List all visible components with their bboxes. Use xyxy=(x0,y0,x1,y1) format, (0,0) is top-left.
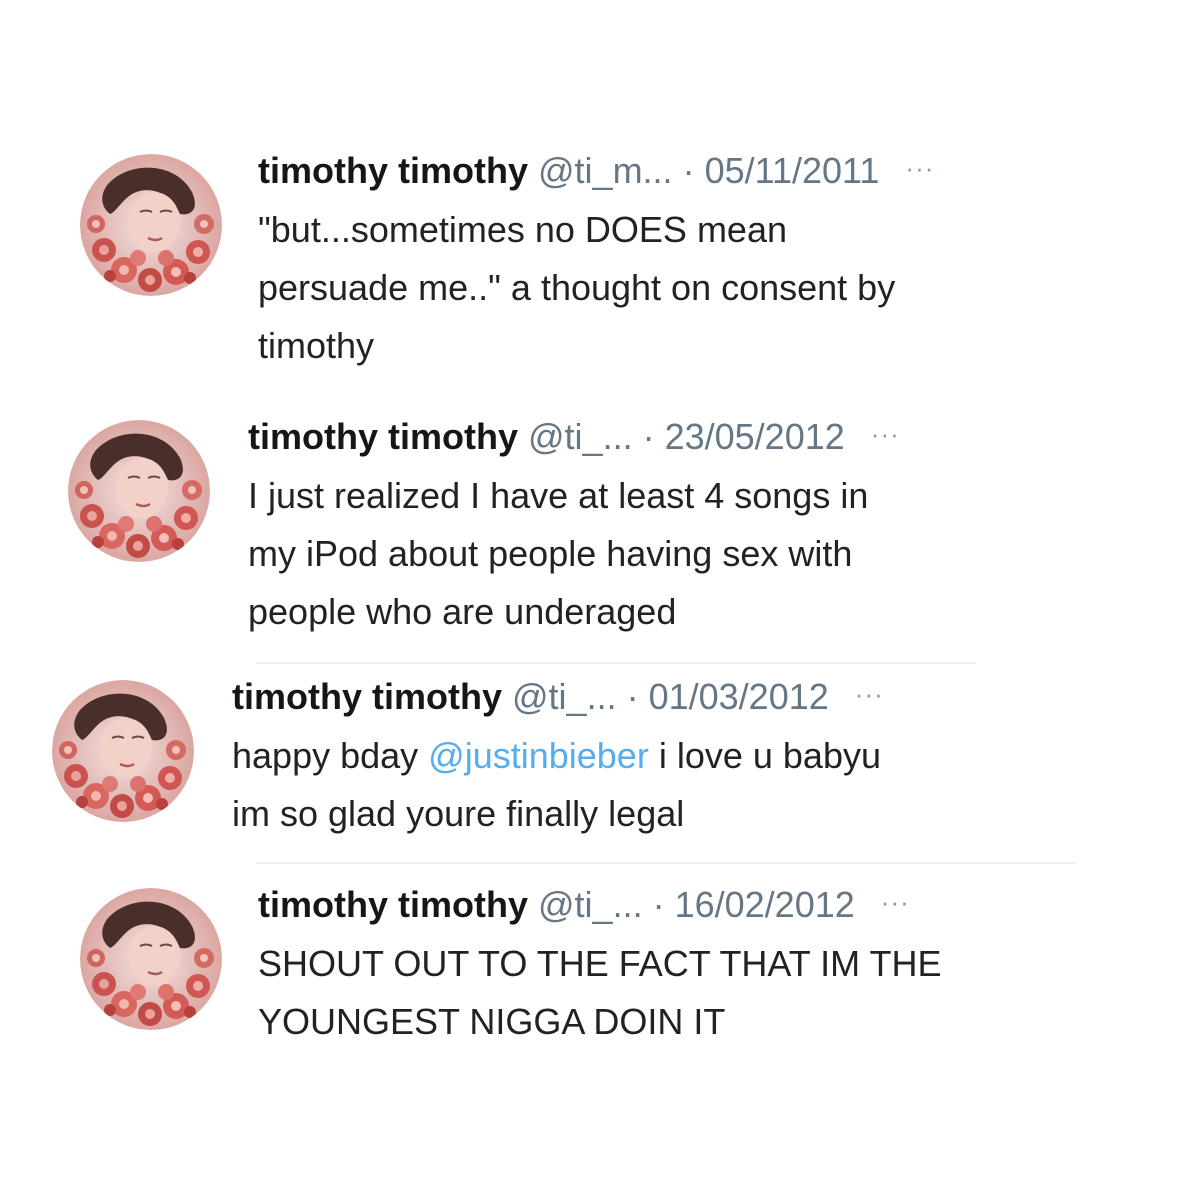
mention-link[interactable]: @justinbieber xyxy=(428,735,649,776)
tweet-text: SHOUT OUT TO THE FACT THAT IM THE YOUNGE… xyxy=(258,935,1140,1051)
avatar-image xyxy=(52,680,194,822)
tweet-text-line: SHOUT OUT TO THE FACT THAT IM THE xyxy=(258,943,942,984)
tweet-text: I just realized I have at least 4 songs … xyxy=(248,467,1128,641)
tweet-text-line: persuade me.." a thought on consent by xyxy=(258,267,896,308)
avatar[interactable] xyxy=(80,154,222,296)
tweet-text-line: "but...sometimes no DOES mean xyxy=(258,209,787,250)
display-name[interactable]: timothy timothy xyxy=(258,150,528,191)
tweet-text-line: people who are underaged xyxy=(248,591,677,632)
display-name[interactable]: timothy timothy xyxy=(232,676,502,717)
avatar-image xyxy=(80,154,222,296)
avatar-image xyxy=(80,888,222,1030)
tweet-text: "but...sometimes no DOES mean persuade m… xyxy=(258,201,1140,371)
display-name[interactable]: timothy timothy xyxy=(248,416,518,457)
tweet-text-line: happy bday @justinbieber i love u babyu xyxy=(232,727,1112,785)
tweet-1[interactable]: timothy timothy @ti_m... · 05/11/2011 ··… xyxy=(80,148,1140,368)
tweet-2[interactable]: timothy timothy @ti_... · 23/05/2012 ···… xyxy=(68,414,1128,634)
tweet-text-segment: happy bday xyxy=(232,735,429,776)
user-handle[interactable]: @ti_... xyxy=(512,676,617,717)
tweet-date[interactable]: · 23/05/2012 xyxy=(643,416,845,457)
tweet-text-line: YOUNGEST NIGGA DOIN IT xyxy=(258,1001,726,1042)
tweet-text-segment: i love u babyu xyxy=(648,735,881,776)
user-handle[interactable]: @ti_... xyxy=(538,884,643,925)
tweet-header: timothy timothy @ti_... · 01/03/2012 ··· xyxy=(232,674,1112,723)
tweet-date[interactable]: · 01/03/2012 xyxy=(627,676,829,717)
user-handle[interactable]: @ti_m... xyxy=(538,150,673,191)
tweet-text-line: timothy xyxy=(258,325,375,366)
avatar[interactable] xyxy=(80,888,222,1030)
avatar[interactable] xyxy=(68,420,210,562)
divider xyxy=(256,862,1076,864)
tweet-4[interactable]: timothy timothy @ti_... · 16/02/2012 ···… xyxy=(80,882,1140,1102)
tweet-header: timothy timothy @ti_... · 23/05/2012 ··· xyxy=(248,414,1128,463)
tweet-header: timothy timothy @ti_m... · 05/11/2011 ··… xyxy=(258,148,1140,197)
tweet-text: happy bday @justinbieber i love u babyu … xyxy=(232,727,1112,843)
divider xyxy=(256,662,976,664)
more-options-icon[interactable]: ··· xyxy=(871,419,900,449)
tweet-header: timothy timothy @ti_... · 16/02/2012 ··· xyxy=(258,882,1140,931)
tweet-date[interactable]: · 16/02/2012 xyxy=(653,884,855,925)
display-name[interactable]: timothy timothy xyxy=(258,884,528,925)
more-options-icon[interactable]: ··· xyxy=(855,679,884,709)
avatar[interactable] xyxy=(52,680,194,822)
avatar-image xyxy=(68,420,210,562)
tweet-3[interactable]: timothy timothy @ti_... · 01/03/2012 ···… xyxy=(52,674,1112,894)
user-handle[interactable]: @ti_... xyxy=(528,416,633,457)
more-options-icon[interactable]: ··· xyxy=(905,153,934,183)
tweet-date[interactable]: · 05/11/2011 xyxy=(683,150,880,191)
tweet-text-line: I just realized I have at least 4 songs … xyxy=(248,475,869,516)
tweet-text-line: im so glad youre finally legal xyxy=(232,793,685,834)
more-options-icon[interactable]: ··· xyxy=(881,887,910,917)
tweet-text-line: my iPod about people having sex with xyxy=(248,533,853,574)
